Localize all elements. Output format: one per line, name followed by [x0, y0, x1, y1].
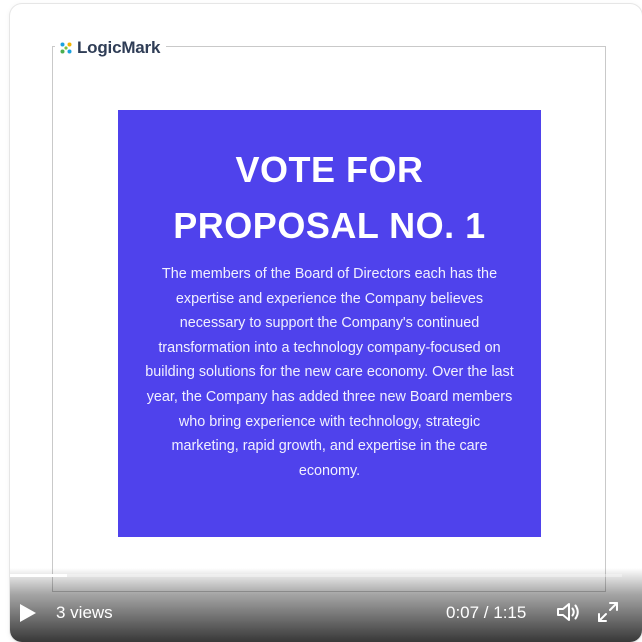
playback-time: 0:07 / 1:15: [446, 603, 527, 622]
headline: VOTE FOR PROPOSAL NO. 1: [118, 142, 541, 254]
headline-line-1: VOTE FOR: [235, 149, 424, 190]
video-controls: 3 views 0:07 / 1:15: [0, 594, 642, 630]
progress-fill: [10, 574, 67, 577]
proposal-description: The members of the Board of Directors ea…: [145, 266, 514, 479]
headline-line-2: PROPOSAL NO. 1: [173, 205, 486, 246]
volume-icon[interactable]: [555, 600, 581, 624]
progress-bar[interactable]: [10, 574, 622, 577]
brand-logo: LogicMark: [55, 37, 167, 59]
logicmark-dots-icon: [59, 41, 73, 55]
expand-icon[interactable]: [596, 600, 620, 624]
logo-text: LogicMark: [77, 38, 161, 57]
proposal-panel: VOTE FOR PROPOSAL NO. 1 The members of t…: [118, 110, 541, 537]
view-count: 3 views: [56, 603, 113, 622]
page: LogicMark VOTE FOR PROPOSAL NO. 1 The me…: [0, 0, 642, 642]
video-player[interactable]: LogicMark VOTE FOR PROPOSAL NO. 1 The me…: [10, 4, 642, 642]
play-icon[interactable]: [16, 602, 40, 624]
